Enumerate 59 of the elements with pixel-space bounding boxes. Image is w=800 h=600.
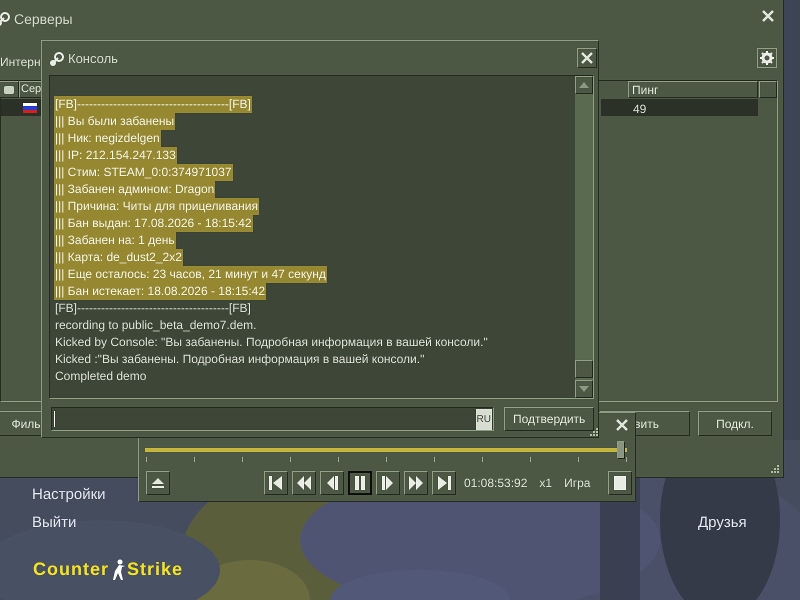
table-row[interactable]: 49: [601, 99, 758, 116]
soldier-icon: [111, 558, 125, 580]
fast-forward-icon: [407, 474, 425, 492]
step-back-button[interactable]: [320, 471, 344, 495]
flag-icon: [23, 103, 37, 113]
tab[interactable]: Интерн: [0, 53, 41, 71]
menu-item[interactable]: Друзья: [698, 512, 747, 534]
settings-icon[interactable]: [757, 48, 777, 68]
console-line: Completed demo: [54, 368, 148, 385]
window-title: Консоль: [68, 50, 118, 68]
caret-icon: [579, 82, 589, 88]
console-line: Kicked :"Вы забанены. Подробная информация в вашей консоли.": [54, 351, 426, 368]
stop-icon: [614, 476, 626, 490]
pause-button[interactable]: [348, 471, 372, 495]
column-header[interactable]: Пинг: [628, 81, 758, 98]
close-icon: [580, 51, 594, 65]
resize-grip-icon[interactable]: [770, 464, 780, 474]
text-cursor: [54, 411, 55, 427]
console-line: recording to public_beta_demo7.dem.: [54, 317, 258, 334]
eject-button[interactable]: [146, 471, 170, 495]
rewind-button[interactable]: [292, 471, 316, 495]
menu-item[interactable]: Выйти: [32, 512, 76, 534]
logo-text: Counter: [33, 558, 109, 581]
console-line: Kicked by Console: "Вы забанены. Подробная информация в вашей консоли.": [54, 334, 489, 351]
rewind-icon: [295, 474, 313, 492]
mode-label[interactable]: Игра: [564, 474, 590, 492]
skip-end-icon: [435, 474, 453, 492]
scrollbar-thumb[interactable]: [575, 360, 593, 378]
column-header[interactable]: Сер: [19, 81, 41, 98]
logo-text: Strike: [127, 558, 184, 581]
slider-track[interactable]: [145, 448, 627, 452]
close-button[interactable]: [577, 48, 597, 68]
speed-label[interactable]: x1: [539, 474, 552, 492]
command-input-field[interactable]: RU: [51, 407, 494, 431]
connect-button[interactable]: Подкл.: [698, 411, 772, 436]
time-display: 01:08:53:92: [464, 475, 528, 492]
window-title: Серверы: [14, 10, 73, 29]
close-icon[interactable]: [615, 418, 629, 432]
scroll-up-button[interactable]: [575, 76, 593, 94]
column-header[interactable]: [0, 81, 19, 98]
table-row[interactable]: [1, 99, 41, 116]
skip-start-button[interactable]: [264, 471, 288, 495]
close-icon[interactable]: [761, 9, 775, 23]
scroll-down-button[interactable]: [575, 380, 593, 398]
table-cell-text: 49: [633, 101, 646, 118]
caret-icon: [579, 386, 589, 392]
menu-item[interactable]: Настройки: [32, 484, 106, 506]
skip-end-button[interactable]: [432, 471, 456, 495]
slider-thumb[interactable]: [617, 441, 625, 459]
fast-forward-button[interactable]: [404, 471, 428, 495]
step-forward-button[interactable]: [376, 471, 400, 495]
console-line: [FB]--------------------------------------[FB]: [54, 300, 252, 317]
language-indicator: RU: [476, 408, 492, 430]
stop-button[interactable]: [608, 471, 632, 495]
eject-icon: [151, 477, 165, 489]
skip-start-icon: [267, 474, 285, 492]
submit-button[interactable]: Подтвердить: [504, 407, 594, 431]
scroll-up-button[interactable]: [759, 81, 777, 98]
resize-grip-icon[interactable]: [589, 427, 599, 437]
